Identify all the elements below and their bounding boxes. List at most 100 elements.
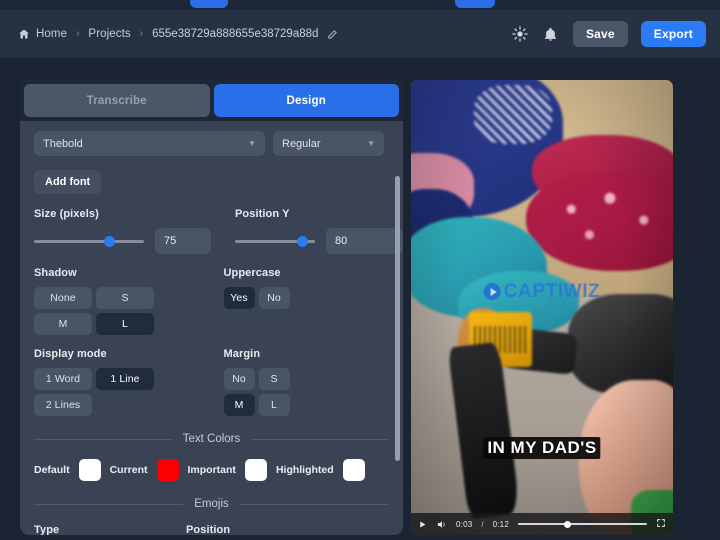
fullscreen-icon[interactable] xyxy=(656,515,666,533)
breadcrumb-separator-1: › xyxy=(76,29,79,39)
emoji-position-control: Position Hidden Top Bottom xyxy=(186,524,333,535)
video-preview[interactable]: CAPTIWIZ IN MY DAD'S 0:03 / 0:12 xyxy=(411,80,673,535)
progress-track xyxy=(518,523,647,525)
font-family-value: Thebold xyxy=(43,138,83,150)
emojis-divider: Emojis xyxy=(34,498,389,510)
shadow-option-m[interactable]: M xyxy=(34,313,92,335)
offscreen-pill-right xyxy=(455,0,495,8)
app-header: Home › Projects › 655e38729a888655e38729… xyxy=(0,10,720,58)
display-mode-control: Display mode 1 Word 1 Line 2 Lines xyxy=(34,348,200,416)
breadcrumb-home-label: Home xyxy=(36,28,67,40)
font-family-select[interactable]: Thebold ▼ xyxy=(34,131,265,156)
color-label-default: Default xyxy=(34,464,70,476)
color-swatch-default[interactable] xyxy=(79,459,101,481)
margin-label: Margin xyxy=(224,348,390,360)
tab-design[interactable]: Design xyxy=(214,84,400,117)
progress-thumb[interactable] xyxy=(564,521,571,528)
displaymode-margin-row: Display mode 1 Word 1 Line 2 Lines Margi… xyxy=(34,348,389,416)
color-label-highlighted: Highlighted xyxy=(276,464,334,476)
shadow-option-s[interactable]: S xyxy=(96,287,154,309)
position-y-label: Position Y xyxy=(235,208,403,220)
color-swatch-current[interactable] xyxy=(157,459,179,481)
text-colors-divider: Text Colors xyxy=(34,433,389,445)
color-swatch-important[interactable] xyxy=(245,459,267,481)
position-y-control: Position Y 80 xyxy=(235,208,403,254)
size-value-field[interactable]: 75 xyxy=(155,228,211,254)
uppercase-segmented-control: Yes No xyxy=(224,287,390,309)
margin-option-s[interactable]: S xyxy=(259,368,290,390)
display-mode-option-2lines[interactable]: 2 Lines xyxy=(34,394,92,416)
chevron-down-icon: ▼ xyxy=(248,139,256,148)
font-row: Thebold ▼ Regular ▼ xyxy=(34,131,389,156)
current-time: 0:03 xyxy=(456,520,472,529)
add-font-button[interactable]: Add font xyxy=(34,170,101,194)
bell-icon[interactable] xyxy=(542,25,560,43)
margin-option-no[interactable]: No xyxy=(224,368,255,390)
emoji-type-control: Type Animated Static xyxy=(34,524,162,535)
emojis-section-label: Emojis xyxy=(194,498,229,510)
offscreen-pill-left xyxy=(190,0,228,8)
margin-control: Margin No S M L xyxy=(224,348,390,416)
shadow-label: Shadow xyxy=(34,267,200,279)
text-colors-section-label: Text Colors xyxy=(183,433,241,445)
tab-transcribe[interactable]: Transcribe xyxy=(24,84,210,117)
home-icon xyxy=(18,28,30,40)
shadow-option-l[interactable]: L xyxy=(96,313,154,335)
breadcrumb-project-id: 655e38729a888655e38729a88d xyxy=(152,28,318,40)
volume-icon[interactable] xyxy=(436,519,447,530)
margin-option-m[interactable]: M xyxy=(224,394,255,416)
font-weight-select[interactable]: Regular ▼ xyxy=(273,131,384,156)
margin-option-l[interactable]: L xyxy=(259,394,290,416)
margin-segmented-control: No S M L xyxy=(224,368,318,416)
size-control: Size (pixels) 75 xyxy=(34,208,211,254)
color-label-current: Current xyxy=(110,464,148,476)
save-button[interactable]: Save xyxy=(573,21,628,47)
watermark: CAPTIWIZ xyxy=(484,281,601,303)
breadcrumb-separator-2: › xyxy=(140,29,143,39)
shadow-uppercase-row: Shadow None S M L Uppercase Yes No xyxy=(34,267,389,335)
size-slider-track xyxy=(34,240,144,243)
position-y-slider-thumb[interactable] xyxy=(297,236,308,247)
video-progress-bar[interactable] xyxy=(518,518,647,530)
panel-body: Thebold ▼ Regular ▼ Add font Size (pixel… xyxy=(20,121,403,535)
uppercase-option-yes[interactable]: Yes xyxy=(224,287,255,309)
emoji-position-label: Position xyxy=(186,524,333,535)
header-actions: Save Export xyxy=(511,21,706,47)
position-y-value-field[interactable]: 80 xyxy=(326,228,403,254)
breadcrumb: Home › Projects › 655e38729a888655e38729… xyxy=(18,28,511,40)
uppercase-control: Uppercase Yes No xyxy=(224,267,390,335)
design-panel: Transcribe Design Thebold ▼ Regular ▼ Ad… xyxy=(20,80,403,535)
display-mode-option-1word[interactable]: 1 Word xyxy=(34,368,92,390)
size-slider-thumb[interactable] xyxy=(104,236,115,247)
video-controls: 0:03 / 0:12 xyxy=(411,513,673,535)
position-y-slider[interactable] xyxy=(235,233,315,249)
color-label-important: Important xyxy=(188,464,236,476)
duration: 0:12 xyxy=(493,520,509,529)
export-button[interactable]: Export xyxy=(641,21,706,47)
breadcrumb-item-projects[interactable]: Projects xyxy=(88,28,130,40)
display-mode-label: Display mode xyxy=(34,348,200,360)
video-subtitle: IN MY DAD'S xyxy=(483,437,600,459)
shadow-control: Shadow None S M L xyxy=(34,267,200,335)
play-circle-icon xyxy=(484,283,501,300)
sun-icon[interactable] xyxy=(511,25,529,43)
breadcrumb-item-home[interactable]: Home xyxy=(18,28,67,40)
panel-scrollbar-thumb[interactable] xyxy=(395,176,400,461)
emoji-type-label: Type xyxy=(34,524,162,535)
uppercase-option-no[interactable]: No xyxy=(259,287,290,309)
chevron-down-icon: ▼ xyxy=(367,139,375,148)
shadow-option-none[interactable]: None xyxy=(34,287,92,309)
shadow-segmented-control: None S M L xyxy=(34,287,200,335)
color-swatch-highlighted[interactable] xyxy=(343,459,365,481)
size-position-row: Size (pixels) 75 Position Y 80 xyxy=(34,208,389,254)
uppercase-label: Uppercase xyxy=(224,267,390,279)
play-icon[interactable] xyxy=(418,520,427,529)
panel-tabbar: Transcribe Design xyxy=(20,80,403,121)
display-mode-option-1line[interactable]: 1 Line xyxy=(96,368,154,390)
edit-pencil-icon[interactable] xyxy=(327,29,338,40)
top-overflow-strip xyxy=(0,0,720,10)
text-colors-row: Default Current Important Highlighted xyxy=(34,459,389,481)
font-weight-value: Regular xyxy=(282,138,321,150)
size-slider[interactable] xyxy=(34,233,144,249)
size-label: Size (pixels) xyxy=(34,208,211,220)
